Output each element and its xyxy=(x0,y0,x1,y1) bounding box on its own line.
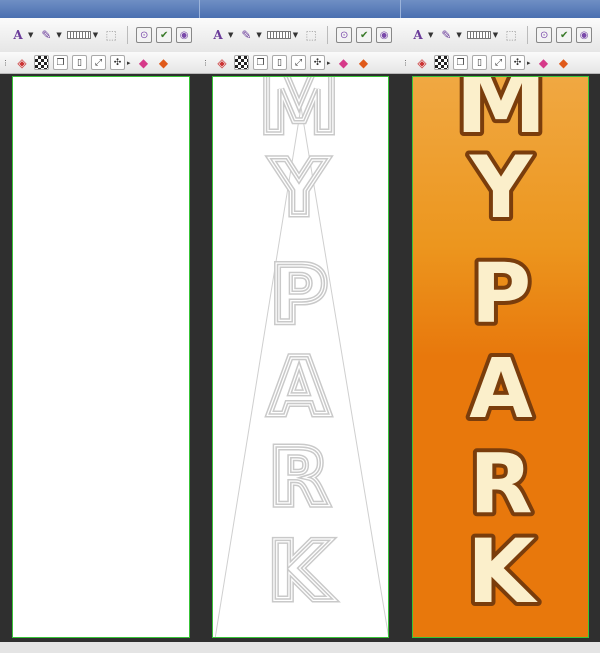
letter-p: P xyxy=(471,247,531,342)
chevron-down-icon[interactable]: ▼ xyxy=(428,31,433,39)
color-icon[interactable]: ◆ xyxy=(356,55,372,71)
node-icon[interactable]: ✣ xyxy=(510,55,525,70)
text-tool-icon[interactable]: A xyxy=(10,27,26,43)
checker-icon[interactable] xyxy=(234,55,249,70)
fill-icon[interactable]: ◈ xyxy=(414,55,430,71)
chevron-down-icon[interactable]: ▼ xyxy=(56,31,61,39)
target-icon[interactable]: ◉ xyxy=(576,27,593,43)
pen-tool-icon[interactable]: ✎ xyxy=(38,27,54,43)
color-icon[interactable]: ◆ xyxy=(156,55,172,71)
ruler-icon[interactable] xyxy=(466,31,491,39)
letter-a: A xyxy=(469,342,533,437)
text-tool-icon[interactable]: A xyxy=(210,27,226,43)
fill-icon[interactable]: ◈ xyxy=(214,55,230,71)
check-icon[interactable]: ✔ xyxy=(356,27,373,43)
ruler-icon[interactable] xyxy=(266,31,291,39)
zoom-icon[interactable]: ⊙ xyxy=(336,27,353,43)
transform-icon[interactable]: ⤢ xyxy=(491,55,506,70)
letter-y: Y xyxy=(469,138,534,238)
chevron-down-icon[interactable]: ▼ xyxy=(28,31,33,39)
outline-letter-r-core: R xyxy=(269,433,329,523)
zoom-icon[interactable]: ⊙ xyxy=(136,27,153,43)
toolbar-separator xyxy=(127,26,129,44)
color-icon[interactable]: ◆ xyxy=(536,55,552,71)
title-bar-segment xyxy=(401,0,600,18)
duplicate-icon[interactable]: ❐ xyxy=(53,55,68,70)
chevron-down-icon[interactable]: ▼ xyxy=(228,31,233,39)
fill-icon[interactable]: ◈ xyxy=(14,55,30,71)
drawing-toolbar: A ▼ ✎ ▼ ▼ ⬚ ⊙ ✔ ◉ A ▼ ✎ ▼ ▼ ⬚ ⊙ ✔ ◉ A ▼ ✎ ▼ ▼ … xyxy=(0,18,600,53)
duplicate-icon[interactable]: ❐ xyxy=(453,55,468,70)
chevron-down-icon[interactable]: ▸ xyxy=(527,59,531,67)
outline-letter-p-core: P xyxy=(270,251,327,341)
final-artwork-page[interactable]: M Y P A R K xyxy=(412,76,589,638)
toolbar-group: ⋮ ◈ ❐ ▯ ⤢ ✣ ▸ ◆ ◆ xyxy=(0,52,200,73)
target-icon[interactable]: ◉ xyxy=(376,27,393,43)
effects-toolbar: ⋮ ◈ ❐ ▯ ⤢ ✣ ▸ ◆ ◆ ⋮ ◈ ❐ ▯ ⤢ ✣ ▸ ◆ ◆ ⋮ ◈ … xyxy=(0,52,600,74)
node-icon[interactable]: ✣ xyxy=(310,55,325,70)
duplicate-icon[interactable]: ❐ xyxy=(253,55,268,70)
toolbar-group: A ▼ ✎ ▼ ▼ ⬚ ⊙ ✔ ◉ xyxy=(200,18,400,52)
page-icon[interactable]: ▯ xyxy=(72,55,87,70)
crop-icon[interactable]: ⬚ xyxy=(503,27,519,43)
blank-canvas-page[interactable] xyxy=(12,76,190,638)
title-bar-segment xyxy=(200,0,401,18)
status-bar xyxy=(0,642,600,653)
checker-icon[interactable] xyxy=(434,55,449,70)
node-icon[interactable]: ✣ xyxy=(110,55,125,70)
crop-icon[interactable]: ⬚ xyxy=(303,27,319,43)
final-artwork: M Y P A R K xyxy=(451,77,551,627)
pen-tool-icon[interactable]: ✎ xyxy=(238,27,254,43)
gripper-icon[interactable]: ⋮ xyxy=(202,59,209,67)
crop-icon[interactable]: ⬚ xyxy=(103,27,119,43)
chevron-down-icon[interactable]: ▼ xyxy=(293,31,298,39)
page-icon[interactable]: ▯ xyxy=(472,55,487,70)
chevron-down-icon[interactable]: ▸ xyxy=(327,59,331,67)
color-icon[interactable]: ◆ xyxy=(136,55,152,71)
chevron-down-icon[interactable]: ▼ xyxy=(493,31,498,39)
outline-letter-y-core: Y xyxy=(270,143,327,232)
transform-icon[interactable]: ⤢ xyxy=(91,55,106,70)
outline-letter-k-core: K xyxy=(268,525,333,618)
chevron-down-icon[interactable]: ▸ xyxy=(127,59,131,67)
toolbar-group: ⋮ ◈ ❐ ▯ ⤢ ✣ ▸ ◆ ◆ xyxy=(400,52,600,73)
toolbar-separator xyxy=(327,26,329,44)
letter-k: K xyxy=(467,520,538,623)
letter-r: R xyxy=(469,437,532,532)
chevron-down-icon[interactable]: ▼ xyxy=(456,31,461,39)
color-icon[interactable]: ◆ xyxy=(556,55,572,71)
checker-icon[interactable] xyxy=(34,55,49,70)
toolbar-separator xyxy=(527,26,529,44)
text-tool-icon[interactable]: A xyxy=(410,27,426,43)
ruler-icon[interactable] xyxy=(66,31,91,39)
toolbar-group: ⋮ ◈ ❐ ▯ ⤢ ✣ ▸ ◆ ◆ xyxy=(200,52,400,73)
transform-icon[interactable]: ⤢ xyxy=(291,55,306,70)
gripper-icon[interactable]: ⋮ xyxy=(402,59,409,67)
window-title-bar xyxy=(0,0,600,18)
target-icon[interactable]: ◉ xyxy=(176,27,193,43)
gripper-icon[interactable]: ⋮ xyxy=(2,59,9,67)
outline-canvas-page[interactable]: M M M Y Y Y P P P A A A R R R K K K xyxy=(212,76,389,638)
toolbar-group: A ▼ ✎ ▼ ▼ ⬚ ⊙ ✔ ◉ xyxy=(400,18,600,52)
check-icon[interactable]: ✔ xyxy=(556,27,573,43)
outline-artwork: M M M Y Y Y P P P A A A R R R K K K xyxy=(214,77,388,637)
toolbar-group: A ▼ ✎ ▼ ▼ ⬚ ⊙ ✔ ◉ xyxy=(0,18,200,52)
chevron-down-icon[interactable]: ▼ xyxy=(93,31,98,39)
zoom-icon[interactable]: ⊙ xyxy=(536,27,553,43)
page-icon[interactable]: ▯ xyxy=(272,55,287,70)
check-icon[interactable]: ✔ xyxy=(156,27,173,43)
title-bar-segment xyxy=(0,0,201,18)
outline-letter-m-core: M xyxy=(259,77,339,151)
color-icon[interactable]: ◆ xyxy=(336,55,352,71)
outline-letter-a-core: A xyxy=(269,343,329,433)
pen-tool-icon[interactable]: ✎ xyxy=(438,27,454,43)
chevron-down-icon[interactable]: ▼ xyxy=(256,31,261,39)
